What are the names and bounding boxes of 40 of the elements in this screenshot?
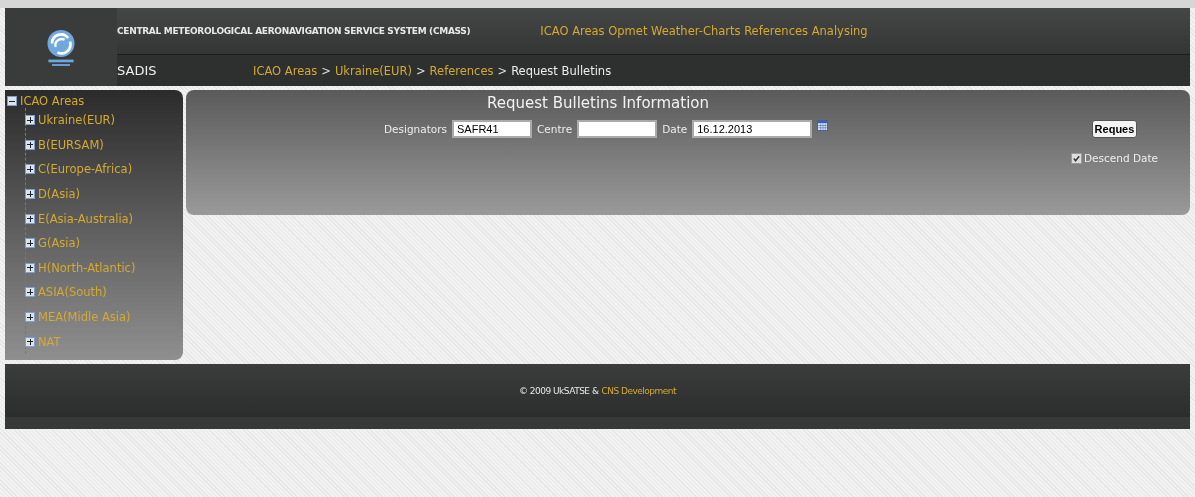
expand-icon[interactable] [25, 312, 35, 323]
breadcrumb-link[interactable]: References [429, 63, 494, 78]
expand-icon[interactable] [25, 287, 35, 298]
field-label: Centre [537, 123, 573, 135]
expand-icon[interactable] [25, 262, 35, 273]
field-label: Designators [384, 123, 447, 135]
input-field[interactable]: SAFR41 [452, 120, 532, 138]
expand-icon[interactable] [25, 164, 35, 175]
breadcrumb-link[interactable]: Ukraine(EUR) [334, 63, 412, 78]
checkbox-label: Descend Date [1084, 152, 1158, 164]
breadcrumb-separator: > [321, 63, 331, 78]
expand-icon[interactable] [25, 336, 35, 347]
section-title: SADIS [117, 63, 158, 78]
tree-item[interactable]: ICAO Areas [20, 94, 85, 108]
breadcrumb-separator: > [415, 63, 426, 78]
tagline: ICAO Areas Opmet Weather-Charts References Analysing [540, 24, 868, 38]
expand-icon[interactable] [25, 139, 35, 150]
field-label: Date [662, 123, 688, 135]
checkbox[interactable] [1071, 152, 1082, 164]
expand-icon[interactable] [25, 189, 35, 200]
breadcrumb-link[interactable]: ICAO Areas [253, 63, 318, 78]
breadcrumb-current: Request Bulletins [511, 63, 612, 78]
copyright-text: © 2009 UkSATSE & [518, 385, 599, 396]
tree-item[interactable]: E(Asia-Australia) [38, 211, 134, 226]
tree-item[interactable]: Ukraine(EUR) [38, 113, 116, 128]
footer-link[interactable]: CNS Development [601, 385, 677, 396]
expand-icon[interactable] [25, 213, 35, 224]
tree-item[interactable]: C(Europe-Africa) [38, 162, 133, 177]
calendar-icon[interactable] [817, 120, 829, 131]
request-button[interactable]: Reques [1091, 120, 1138, 138]
expand-icon[interactable] [25, 238, 35, 249]
expand-icon[interactable] [25, 115, 35, 126]
input-field[interactable] [577, 120, 658, 138]
collapse-icon[interactable] [7, 96, 17, 106]
breadcrumb-separator: > [497, 63, 508, 78]
system-title: CENTRAL METEOROLOGICAL AERONAVIGATION SERVICE SYSTEM (CMASS) [117, 26, 471, 36]
tree-item[interactable]: B(EURSAM) [38, 137, 104, 152]
tree-item[interactable]: D(Asia) [38, 187, 80, 202]
panel-title: Request Bulletins Information [487, 94, 709, 112]
input-field[interactable]: 16.12.2013 [692, 120, 813, 138]
